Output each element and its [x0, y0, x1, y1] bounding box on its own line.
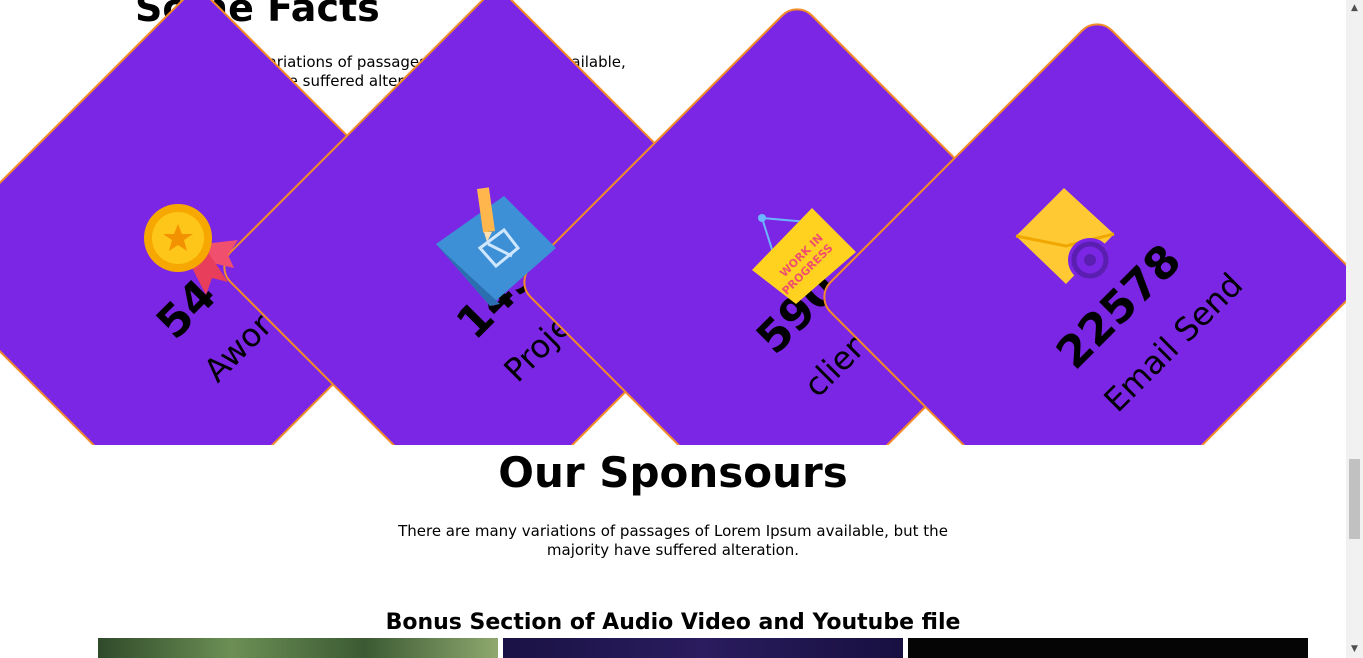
audio-media-thumbnail[interactable]	[98, 638, 498, 658]
youtube-media-thumbnail[interactable]	[908, 638, 1308, 658]
facts-cards: 54 Awords 1458 Project Done 590 client W…	[0, 0, 1346, 445]
sponsors-description: There are many variations of passages of…	[398, 522, 948, 559]
email-icon	[1015, 188, 1115, 284]
work-in-progress-sign-icon: WORK IN PROGRESS	[752, 208, 856, 304]
scroll-up-icon[interactable]: ▲	[1346, 0, 1363, 17]
bonus-title: Bonus Section of Audio Video and Youtube…	[385, 610, 961, 635]
scroll-thumb[interactable]	[1349, 459, 1360, 539]
scroll-down-icon[interactable]: ▼	[1346, 641, 1363, 658]
blueprint-icon	[436, 187, 556, 306]
sponsors-title: Our Sponsours	[498, 448, 848, 497]
page-scrollbar[interactable]: ▲ ▼	[1346, 0, 1363, 658]
medal-icon	[144, 204, 238, 295]
video-media-thumbnail[interactable]	[503, 638, 903, 658]
